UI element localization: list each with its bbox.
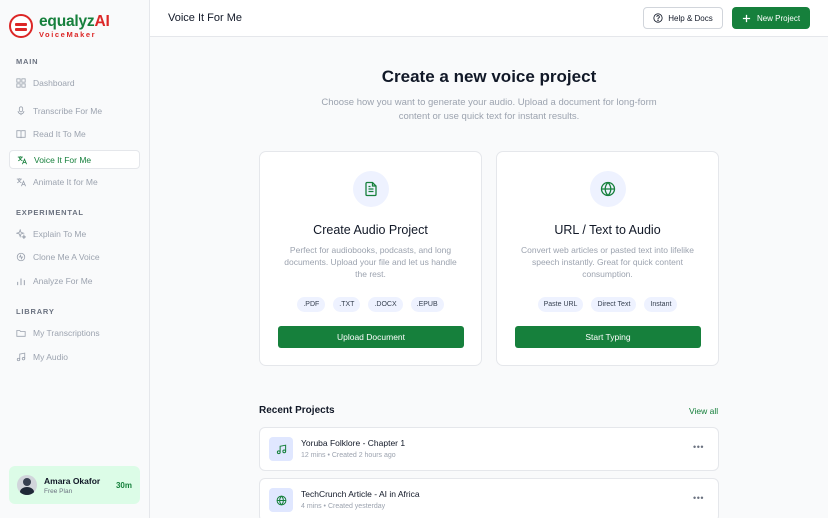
microphone-icon (17, 105, 25, 115)
sidebar-item-my-audio[interactable]: My Audio (9, 347, 140, 366)
brand-subtitle: VoiceMaker (39, 29, 97, 39)
main-heading: Create a new voice project (381, 67, 597, 86)
format-tag-pdf: .PDF (297, 297, 326, 312)
section-label-main: MAIN (16, 57, 39, 66)
sidebar-item-label: Dashboard (33, 77, 75, 88)
start-typing-button[interactable]: Start Typing (515, 326, 701, 348)
brand-name: equalyzAI (39, 13, 110, 30)
upload-document-button[interactable]: Upload Document (278, 326, 464, 348)
format-tag-txt: .TXT (333, 297, 361, 312)
sidebar-item-explain[interactable]: Explain To Me (9, 224, 140, 243)
url-text-to-audio-card[interactable]: URL / Text to Audio Convert web articles… (496, 151, 719, 366)
sidebar-item-label: My Transcriptions (33, 327, 100, 338)
globe-icon (600, 181, 616, 197)
recent-projects-heading: Recent Projects (259, 405, 335, 416)
sidebar-item-read[interactable]: Read It To Me (9, 124, 140, 143)
document-icon (365, 181, 377, 197)
more-options-icon[interactable]: ••• (693, 493, 704, 503)
sidebar-item-label: Animate It for Me (33, 176, 98, 187)
sidebar-item-analyze[interactable]: Analyze For Me (9, 271, 140, 290)
format-tag-docx: .DOCX (368, 297, 403, 312)
help-circle-icon (653, 13, 663, 23)
sparkles-icon (16, 228, 26, 239)
project-meta: 4 mins • Created yesterday (301, 503, 386, 510)
sidebar-item-clone[interactable]: Clone Me A Voice (9, 247, 140, 266)
brand-logo[interactable]: equalyzAI VoiceMaker (9, 12, 110, 40)
sidebar: equalyzAI VoiceMaker MAIN Dashboard Tran… (0, 0, 150, 518)
feature-tag-paste-url: Paste URL (537, 297, 584, 312)
format-tag-epub: .EPUB (410, 297, 444, 312)
project-title: TechCrunch Article - AI in Africa (301, 489, 420, 499)
avatar (17, 475, 37, 495)
sidebar-item-label: My Audio (33, 351, 68, 362)
sidebar-item-animate[interactable]: Animate It for Me (9, 172, 140, 191)
translate-icon (17, 155, 27, 164)
plus-icon (742, 14, 751, 22)
card-title: URL / Text to Audio (554, 223, 661, 237)
equals-circle-icon (9, 14, 33, 38)
card-description: Perfect for audiobooks, podcasts, and lo… (284, 245, 457, 279)
sidebar-item-label: Analyze For Me (33, 275, 93, 286)
card-description: Convert web articles or pasted text into… (521, 245, 694, 279)
new-project-button[interactable]: New Project (732, 7, 810, 29)
user-plan: Free Plan (44, 487, 73, 495)
translate-icon (16, 177, 26, 186)
music-note-icon (276, 444, 286, 454)
music-note-icon (16, 352, 26, 361)
feature-tag-direct-text: Direct Text (591, 297, 637, 312)
project-meta: 12 mins • Created 2 hours ago (301, 452, 396, 459)
sidebar-item-label: Transcribe For Me (33, 105, 103, 116)
grid-icon (16, 77, 26, 88)
view-all-link[interactable]: View all (689, 406, 718, 416)
sidebar-item-voice[interactable]: Voice It For Me (9, 150, 140, 169)
more-options-icon[interactable]: ••• (693, 442, 704, 452)
main-subtitle: Choose how you want to generate your aud… (321, 97, 657, 122)
sidebar-item-transcriptions[interactable]: My Transcriptions (9, 323, 140, 342)
list-item[interactable]: TechCrunch Article - AI in Africa 4 mins… (259, 478, 719, 518)
list-item[interactable]: Yoruba Folklore - Chapter 1 12 mins • Cr… (259, 427, 719, 471)
project-title: Yoruba Folklore - Chapter 1 (301, 438, 406, 448)
sidebar-item-label: Clone Me A Voice (33, 251, 100, 262)
sidebar-item-transcribe[interactable]: Transcribe For Me (9, 101, 140, 120)
sidebar-item-label: Read It To Me (33, 128, 86, 139)
section-label-library: LIBRARY (16, 307, 55, 316)
globe-icon (276, 495, 286, 505)
voice-clone-icon (16, 252, 26, 261)
sidebar-item-label: Explain To Me (33, 228, 87, 239)
credits-remaining: 30m (115, 480, 132, 490)
sidebar-item-dashboard[interactable]: Dashboard (9, 73, 140, 92)
new-project-label: New Project (756, 13, 801, 23)
folder-icon (16, 329, 26, 337)
book-icon (16, 129, 26, 138)
bar-chart-icon (17, 278, 25, 285)
user-profile-card[interactable]: Amara Okafor Free Plan 30m (9, 466, 140, 504)
section-label-experimental: EXPERIMENTAL (16, 208, 84, 217)
help-docs-button[interactable]: Help & Docs (643, 7, 723, 29)
feature-tag-instant: Instant (644, 297, 678, 312)
sidebar-item-label: Voice It For Me (34, 154, 92, 165)
create-audio-project-card[interactable]: Create Audio Project Perfect for audiobo… (259, 151, 482, 366)
help-docs-label: Help & Docs (668, 13, 713, 23)
page-title: Voice It For Me (168, 12, 242, 24)
card-title: Create Audio Project (313, 223, 428, 237)
user-name: Amara Okafor (44, 475, 101, 486)
top-header: Voice It For Me Help & Docs New Project (150, 0, 828, 37)
